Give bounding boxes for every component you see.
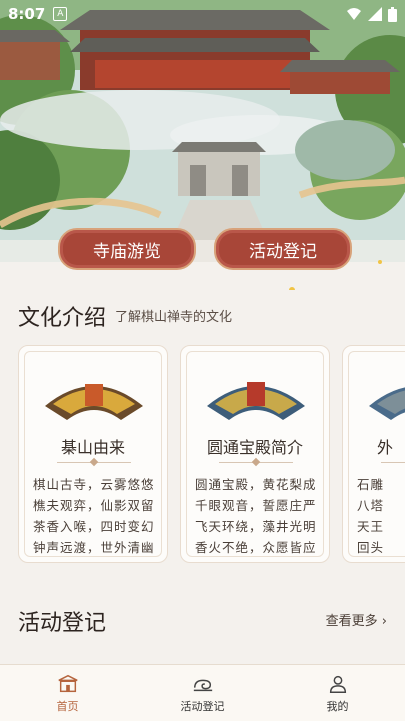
- card-title: 棊山由来: [60, 438, 125, 457]
- activity-register-button[interactable]: 活动登记: [214, 228, 352, 270]
- card-line: 棋山古寺，云雾悠悠: [33, 477, 155, 492]
- bottom-tab-bar: 首页 活动登记 我的: [0, 664, 405, 721]
- card-title: 圆通宝殿简介: [206, 438, 303, 457]
- temple-tour-label: 寺庙游览: [93, 241, 161, 262]
- card-line: 八塔: [357, 498, 385, 513]
- signal-icon: [368, 7, 382, 21]
- card-title: 外: [377, 438, 394, 457]
- culture-section-subtitle: 了解棋山禅寺的文化: [115, 310, 233, 325]
- card-line: 千眼观音，誓愿庄严: [195, 498, 317, 513]
- card-text: 石雕 八塔 天王 回头: [357, 474, 405, 558]
- tab-profile[interactable]: 我的: [270, 665, 405, 721]
- status-bar: 8:07 A: [0, 0, 405, 28]
- card-line: 石雕: [357, 477, 385, 492]
- culture-card[interactable]: 棊山由来 棋山古寺，云雾悠悠 樵夫观弈，仙影双留 茶香入喉，四时变幻 钟声远渡，…: [18, 345, 168, 563]
- tab-activity-label: 活动登记: [180, 699, 225, 713]
- cloud-scroll-icon: [193, 679, 212, 691]
- battery-icon: [388, 6, 397, 22]
- view-more-label: 查看更多: [325, 614, 378, 629]
- fan-painting-image: [45, 384, 143, 420]
- tab-profile-label: 我的: [326, 699, 349, 713]
- chevron-right-icon: ›: [381, 614, 387, 629]
- card-line: 茶香入喉，四时变幻: [33, 519, 155, 534]
- culture-card[interactable]: 圆通宝殿简介 圆通宝殿，黄花梨成 千眼观音，誓愿庄严 飞天环绕，藻井光明 香火不…: [180, 345, 330, 563]
- card-line: 香火不绝，众愿皆应: [195, 540, 317, 555]
- card-line: 樵夫观弈，仙影双留: [33, 498, 155, 513]
- card-text: 棋山古寺，云雾悠悠 樵夫观弈，仙影双留 茶香入喉，四时变幻 钟声远渡，世外清幽: [33, 474, 157, 558]
- activity-section-title: 活动登记: [18, 611, 107, 636]
- notification-a-icon: A: [53, 7, 68, 21]
- person-icon: [329, 675, 346, 693]
- card-line: 钟声远渡，世外清幽: [33, 540, 155, 555]
- card-text: 圆通宝殿，黄花梨成 千眼观音，誓愿庄严 飞天环绕，藻井光明 香火不绝，众愿皆应: [195, 474, 319, 558]
- card-line: 圆通宝殿，黄花梨成: [195, 477, 317, 492]
- culture-section-title: 文化介绍: [18, 306, 107, 331]
- tab-home-label: 首页: [56, 699, 79, 713]
- card-line: 飞天环绕，藻井光明: [195, 519, 317, 534]
- view-more-link[interactable]: 查看更多 ›: [326, 610, 387, 629]
- wifi-icon: [347, 8, 361, 20]
- tab-home[interactable]: 首页: [0, 665, 135, 721]
- temple-icon: [58, 674, 77, 692]
- culture-card[interactable]: 外 石雕 八塔 天王 回头: [342, 345, 405, 563]
- fan-painting-image: [369, 387, 405, 420]
- card-line: 天王: [357, 519, 385, 534]
- temple-tour-button[interactable]: 寺庙游览: [58, 228, 196, 270]
- tab-activity[interactable]: 活动登记: [135, 665, 270, 721]
- activity-register-label: 活动登记: [249, 241, 317, 262]
- card-line: 回头: [357, 540, 385, 555]
- fan-painting-image: [207, 382, 305, 420]
- status-time: 8:07: [8, 5, 46, 23]
- card-divider: [381, 462, 405, 463]
- culture-card-carousel[interactable]: 棊山由来 棋山古寺，云雾悠悠 樵夫观弈，仙影双留 茶香入喉，四时变幻 钟声远渡，…: [0, 345, 405, 565]
